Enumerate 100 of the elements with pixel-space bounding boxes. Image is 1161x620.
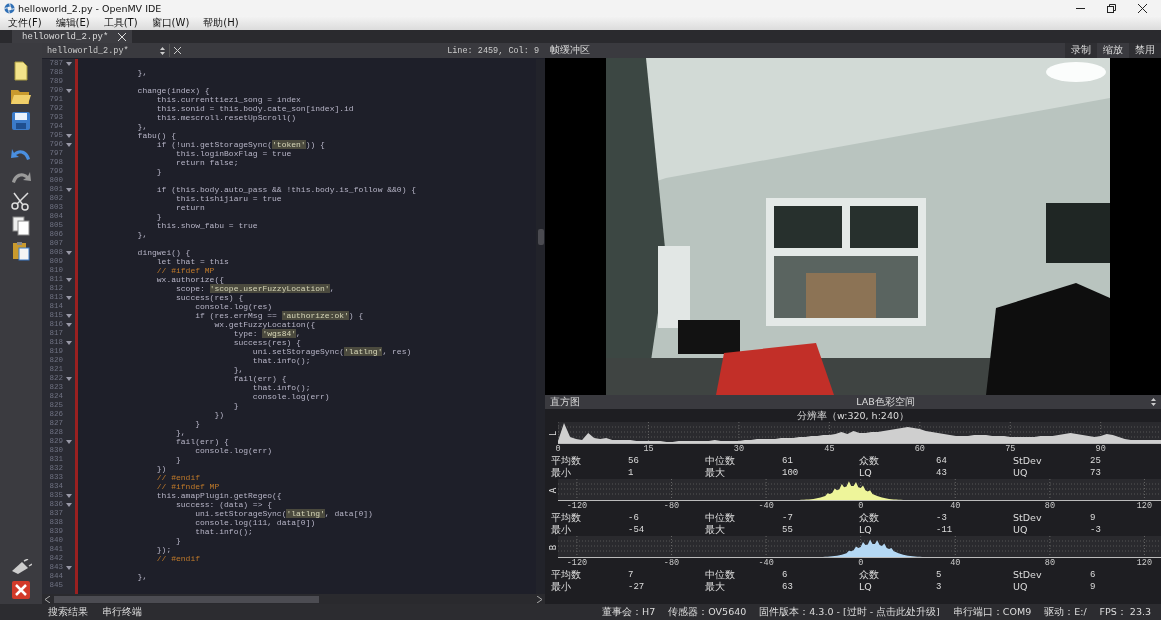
- stat-label: 最小: [551, 467, 572, 479]
- fold-arrow-icon[interactable]: [66, 250, 72, 255]
- fold-arrow-icon[interactable]: [66, 376, 72, 381]
- file-tab[interactable]: helloworld_2.py*: [12, 30, 133, 43]
- tick-label: -80: [663, 501, 680, 512]
- fold-arrow-icon[interactable]: [66, 502, 72, 507]
- code-line: wx.getFuzzyLocation({: [213, 320, 317, 329]
- scroll-right-icon[interactable]: [537, 595, 542, 603]
- stat-label: 众数: [859, 569, 880, 581]
- fold-arrow-icon[interactable]: [66, 340, 72, 345]
- code-line: }: [175, 455, 182, 464]
- code-line: },: [136, 572, 149, 581]
- menu-item[interactable]: 编辑(E): [55, 16, 90, 30]
- updown-arrow-icon: [160, 46, 165, 55]
- toolbar-button[interactable]: 录制: [1065, 43, 1097, 58]
- fold-arrow-icon[interactable]: [66, 277, 72, 282]
- stat-label: 最大: [705, 581, 726, 593]
- fold-arrow-icon[interactable]: [66, 565, 72, 570]
- save-icon[interactable]: [11, 111, 31, 131]
- code-line: },: [175, 428, 187, 437]
- stat-label: 平均数: [551, 512, 582, 524]
- code-line: },: [136, 122, 149, 131]
- stat-value: 6: [782, 569, 789, 581]
- tick-label: 80: [1044, 501, 1055, 512]
- fold-arrow-icon[interactable]: [66, 322, 72, 327]
- paste-icon[interactable]: [11, 241, 31, 261]
- code-line: this.amapPlugin.getRegeo({: [155, 491, 283, 500]
- scroll-left-icon[interactable]: [45, 595, 50, 603]
- stat-label: 平均数: [551, 569, 582, 581]
- copy-icon[interactable]: [11, 216, 31, 236]
- stat-label: 最小: [551, 524, 572, 536]
- stat-label: StDev: [1013, 455, 1043, 467]
- fold-arrow-icon[interactable]: [66, 493, 72, 498]
- status-item: 传感器：OV5640: [668, 605, 747, 619]
- stop-icon[interactable]: [11, 580, 31, 600]
- tick-label: 60: [914, 444, 925, 455]
- toolbar-button[interactable]: 禁用: [1129, 43, 1161, 58]
- scroll-thumb[interactable]: [54, 595, 319, 603]
- file-selector[interactable]: helloworld_2.py*: [42, 44, 170, 57]
- fold-arrow-icon[interactable]: [66, 142, 72, 147]
- stat-value: -54: [628, 524, 646, 536]
- menu-item[interactable]: 工具(T): [103, 16, 138, 30]
- restore-icon[interactable]: [1107, 3, 1116, 13]
- code-line: console.log(err): [251, 392, 331, 401]
- fold-arrow-icon[interactable]: [66, 61, 72, 66]
- stat-value: 73: [1090, 467, 1102, 479]
- stat-value: -11: [936, 524, 954, 536]
- stat-label: LQ: [859, 581, 873, 593]
- tick-label: 0: [858, 558, 864, 569]
- code-line: success(res) {: [232, 338, 302, 347]
- axis-label: A: [549, 486, 558, 495]
- stat-label: 众数: [859, 512, 880, 524]
- new-file-icon[interactable]: [12, 61, 30, 81]
- code-line: // #endif: [155, 554, 202, 563]
- code-line: that.info();: [194, 527, 254, 536]
- code-line: change(index) {: [136, 86, 211, 95]
- scroll-thumb[interactable]: [537, 229, 544, 245]
- code-line: fail(err) {: [232, 374, 288, 383]
- status-item: FPS： 23.3: [1099, 605, 1151, 619]
- fold-arrow-icon[interactable]: [66, 88, 72, 93]
- code-line: },: [136, 68, 149, 77]
- tick-label: 15: [643, 444, 654, 455]
- code-line: console.log(err): [194, 446, 274, 455]
- menu-item[interactable]: 帮助(H): [203, 16, 239, 30]
- code-line: that.info();: [251, 383, 312, 392]
- axis-label: B: [549, 543, 558, 552]
- toolbar-button[interactable]: 缩放: [1097, 43, 1129, 58]
- code-line: }): [155, 464, 168, 473]
- code-line: }: [175, 536, 182, 545]
- tick-label: 40: [950, 501, 961, 512]
- bottom-tab[interactable]: 串行终端: [102, 605, 142, 619]
- tick-label: 120: [1136, 558, 1153, 569]
- fold-arrow-icon[interactable]: [66, 187, 72, 192]
- tick-label: 45: [824, 444, 835, 455]
- scissors-icon[interactable]: [10, 191, 32, 211]
- fold-arrow-icon[interactable]: [66, 133, 72, 138]
- code-line: scope: 'scope.userFuzzyLocation',: [175, 284, 336, 293]
- stat-value: 9: [1090, 581, 1097, 593]
- fold-arrow-icon[interactable]: [66, 295, 72, 300]
- fold-arrow-icon[interactable]: [66, 439, 72, 444]
- code-line: success(res) {: [175, 293, 245, 302]
- code-line: success: (data) => {: [175, 500, 274, 509]
- menu-item[interactable]: 窗口(W): [151, 16, 190, 30]
- fold-arrow-icon[interactable]: [66, 313, 72, 318]
- menu-item[interactable]: 文件(F): [8, 16, 42, 30]
- plug-icon[interactable]: [10, 559, 32, 575]
- code-line: this.currenttiezi_song = index: [155, 95, 302, 104]
- color-space-selector[interactable]: LAB色彩空间: [580, 395, 1151, 409]
- tick-label: -120: [566, 558, 588, 569]
- bottom-tab[interactable]: 搜索结果: [48, 605, 88, 619]
- window-title: helloworld_2.py - OpenMV IDE: [18, 2, 162, 14]
- tick-label: -40: [758, 501, 774, 512]
- code-line: uni.setStorageSync('latlng', res): [251, 347, 413, 356]
- stat-label: 中位数: [705, 512, 736, 524]
- code-line: },: [232, 365, 245, 374]
- stat-value: -7: [782, 512, 794, 524]
- close-icon[interactable]: [1138, 3, 1147, 13]
- stat-label: 众数: [859, 455, 880, 467]
- code-line: }: [194, 419, 202, 428]
- stat-label: 最小: [551, 581, 572, 593]
